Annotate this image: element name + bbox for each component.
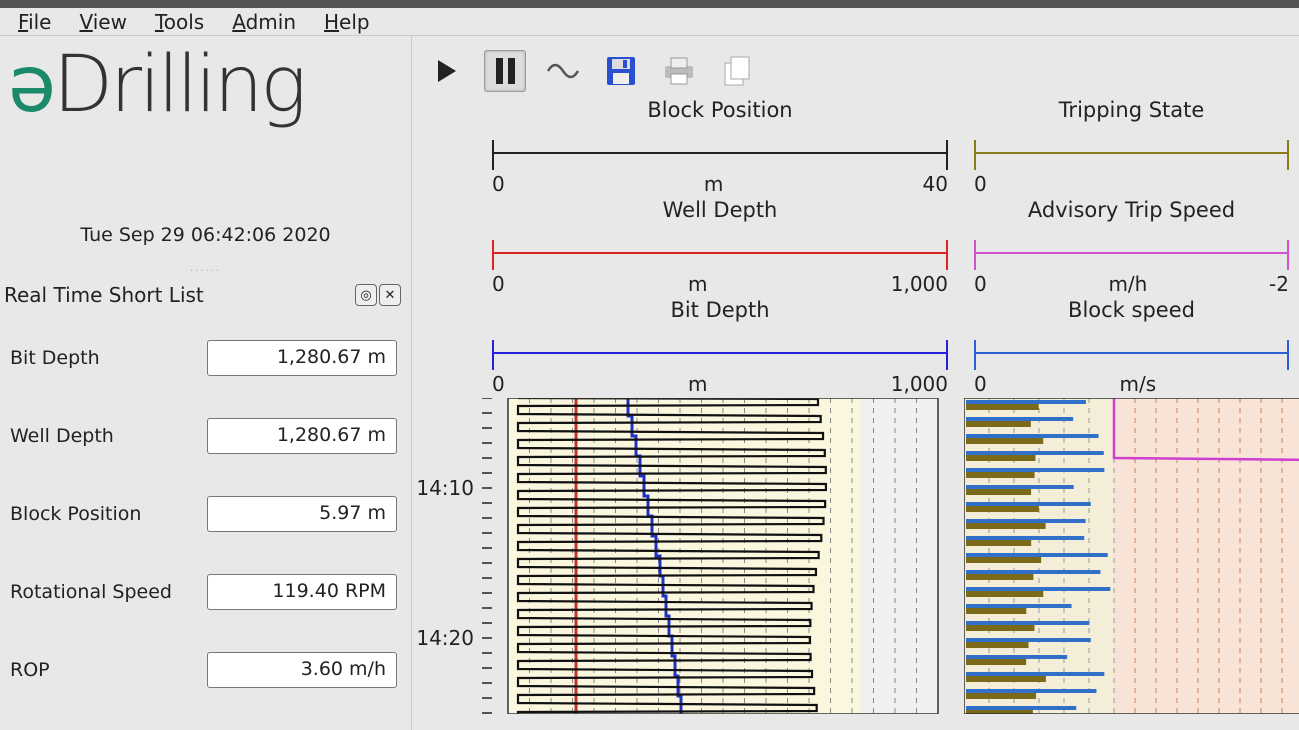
axis-header: Bit Depth0m1,000 xyxy=(482,298,958,398)
time-axis: 14:10 14:20 xyxy=(412,398,482,730)
play-icon xyxy=(438,60,456,82)
app-logo: əDrilling xyxy=(0,46,411,124)
kv-label: Rotational Speed xyxy=(10,581,172,603)
menu-help[interactable]: Help xyxy=(324,10,370,34)
toolbar xyxy=(412,36,1299,98)
panel-title: Real Time Short List xyxy=(4,283,204,307)
sidebar: əDrilling Tue Sep 29 06:42:06 2020 ·····… xyxy=(0,36,412,730)
kv-value[interactable]: 3.60 m/h xyxy=(207,652,397,688)
menu-view[interactable]: View xyxy=(79,10,126,34)
kv-value[interactable]: 1,280.67 m xyxy=(207,340,397,376)
timestamp: Tue Sep 29 06:42:06 2020 xyxy=(0,224,411,246)
wave-button[interactable] xyxy=(542,50,584,92)
axis-header: Block speed0m/s xyxy=(964,298,1299,398)
menu-admin[interactable]: Admin xyxy=(232,10,296,34)
axis-header: Tripping State0 xyxy=(964,98,1299,198)
menu-tools[interactable]: Tools xyxy=(155,10,204,34)
log-track-left[interactable] xyxy=(482,398,958,730)
kv-row: Block Position 5.97 m xyxy=(0,475,411,553)
menubar: File View Tools Admin Help xyxy=(0,0,1299,36)
axis-header: Block Position0m40 xyxy=(482,98,958,198)
kv-label: ROP xyxy=(10,659,50,681)
kv-label: Block Position xyxy=(10,503,141,525)
floppy-icon xyxy=(605,55,637,87)
print-button[interactable] xyxy=(658,50,700,92)
kv-value[interactable]: 5.97 m xyxy=(207,496,397,532)
wave-icon xyxy=(546,59,580,83)
printer-icon xyxy=(662,56,696,86)
play-button[interactable] xyxy=(426,50,468,92)
log-track-right[interactable] xyxy=(964,398,1299,730)
kv-row: Well Depth 1,280.67 m xyxy=(0,397,411,475)
kv-label: Well Depth xyxy=(10,425,114,447)
panel-expand-icon[interactable]: ◎ xyxy=(355,284,377,306)
kv-row: Rotational Speed 119.40 RPM xyxy=(0,553,411,631)
menu-file[interactable]: File xyxy=(18,10,51,34)
kv-label: Bit Depth xyxy=(10,347,100,369)
time-tick: 14:10 xyxy=(416,476,474,500)
pause-icon xyxy=(496,58,515,84)
axis-header: Advisory Trip Speed0m/h-2 xyxy=(964,198,1299,298)
axis-header: Well Depth0m1,000 xyxy=(482,198,958,298)
kv-row: ROP 3.60 m/h xyxy=(0,631,411,709)
kv-value[interactable]: 1,280.67 m xyxy=(207,418,397,454)
kv-row: Bit Depth 1,280.67 m xyxy=(0,319,411,397)
copy-icon xyxy=(721,55,753,87)
time-tick: 14:20 xyxy=(416,626,474,650)
save-button[interactable] xyxy=(600,50,642,92)
pause-button[interactable] xyxy=(484,50,526,92)
kv-value[interactable]: 119.40 RPM xyxy=(207,574,397,610)
panel-close-icon[interactable]: ✕ xyxy=(379,284,401,306)
copy-button[interactable] xyxy=(716,50,758,92)
